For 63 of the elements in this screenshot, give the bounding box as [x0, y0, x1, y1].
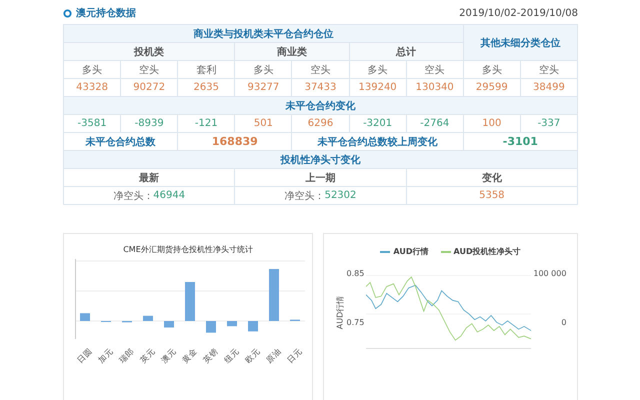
bar [185, 282, 195, 321]
column-header: 套利 [178, 61, 236, 79]
table-header: 总计 [350, 43, 464, 61]
bar [206, 321, 216, 333]
chart-title: CME外汇期货持仓投机性净头寸统计 [123, 244, 253, 255]
axis-label: 英镑 [201, 346, 220, 366]
table-cell: -2764 [406, 115, 464, 133]
column-header: 空头 [406, 61, 464, 79]
axis-tick: 0.75 [346, 318, 364, 327]
bar [80, 313, 90, 321]
axis-label: 纽元 [222, 346, 242, 366]
date-range: 2019/10/02-2019/10/08 [459, 8, 578, 18]
cell-label: 净空头： [284, 190, 325, 202]
page-title: 澳元持仓数据 [76, 6, 136, 20]
axis-tick: 0.85 [346, 269, 364, 278]
table-header: 其他未细分类仓位 [464, 25, 578, 61]
column-header: 空头 [121, 61, 178, 79]
table-header: 投机类 [64, 43, 236, 61]
table-cell: -121 [178, 115, 236, 133]
axis-label: 加元 [96, 346, 116, 366]
table-header: 投机性净头寸变化 [64, 151, 578, 169]
table-header: 未平仓合约变化 [64, 97, 578, 115]
cell-value: 52302 [324, 190, 356, 201]
cell-value: 46944 [153, 190, 186, 201]
axis-label: 瑞郎 [117, 346, 136, 366]
bar [143, 316, 153, 321]
table-cell: -337 [520, 115, 578, 133]
table-cell: 6296 [292, 115, 350, 133]
column-header: 多头 [350, 61, 407, 79]
table-header: 商业类 [235, 43, 350, 61]
bar [227, 321, 237, 326]
column-header: 最新 [64, 169, 236, 187]
cell-label: 净空头： [113, 190, 154, 202]
bar [164, 321, 174, 328]
axis-label: 英元 [138, 346, 158, 366]
axis-label: 日圆 [75, 346, 94, 366]
axis-label: 黄金 [180, 346, 200, 366]
column-header: 多头 [64, 61, 122, 79]
table-cell: 100 [464, 115, 521, 133]
table-cell: -8939 [121, 115, 178, 133]
column-header: 空头 [292, 61, 350, 79]
legend-label: AUD投机性净头寸 [454, 246, 521, 257]
table-header: 商业类与投机类未平仓合约仓位 [64, 25, 464, 43]
bar [248, 321, 258, 332]
column-header: 变化 [406, 169, 578, 187]
column-header: 多头 [464, 61, 521, 79]
axis-title: AUD行情 [334, 295, 346, 329]
bar [269, 269, 279, 321]
column-header: 多头 [235, 61, 292, 79]
axis-label: 欧元 [243, 346, 262, 366]
cell-value: 5358 [479, 190, 505, 201]
table-cell: -3581 [64, 115, 122, 133]
axis-label: 原油 [264, 346, 284, 366]
axis-tick: 100 000 [533, 269, 566, 278]
axis-label: 澳元 [159, 346, 178, 366]
table-cell: -3201 [350, 115, 407, 133]
legend-label: AUD行情 [393, 246, 428, 257]
table-cell: 501 [235, 115, 292, 133]
ring-icon [63, 8, 72, 18]
column-header: 上一期 [235, 169, 407, 187]
column-header: 空头 [520, 61, 578, 79]
axis-label: 日元 [285, 346, 304, 366]
axis-tick: 0 [561, 318, 566, 327]
